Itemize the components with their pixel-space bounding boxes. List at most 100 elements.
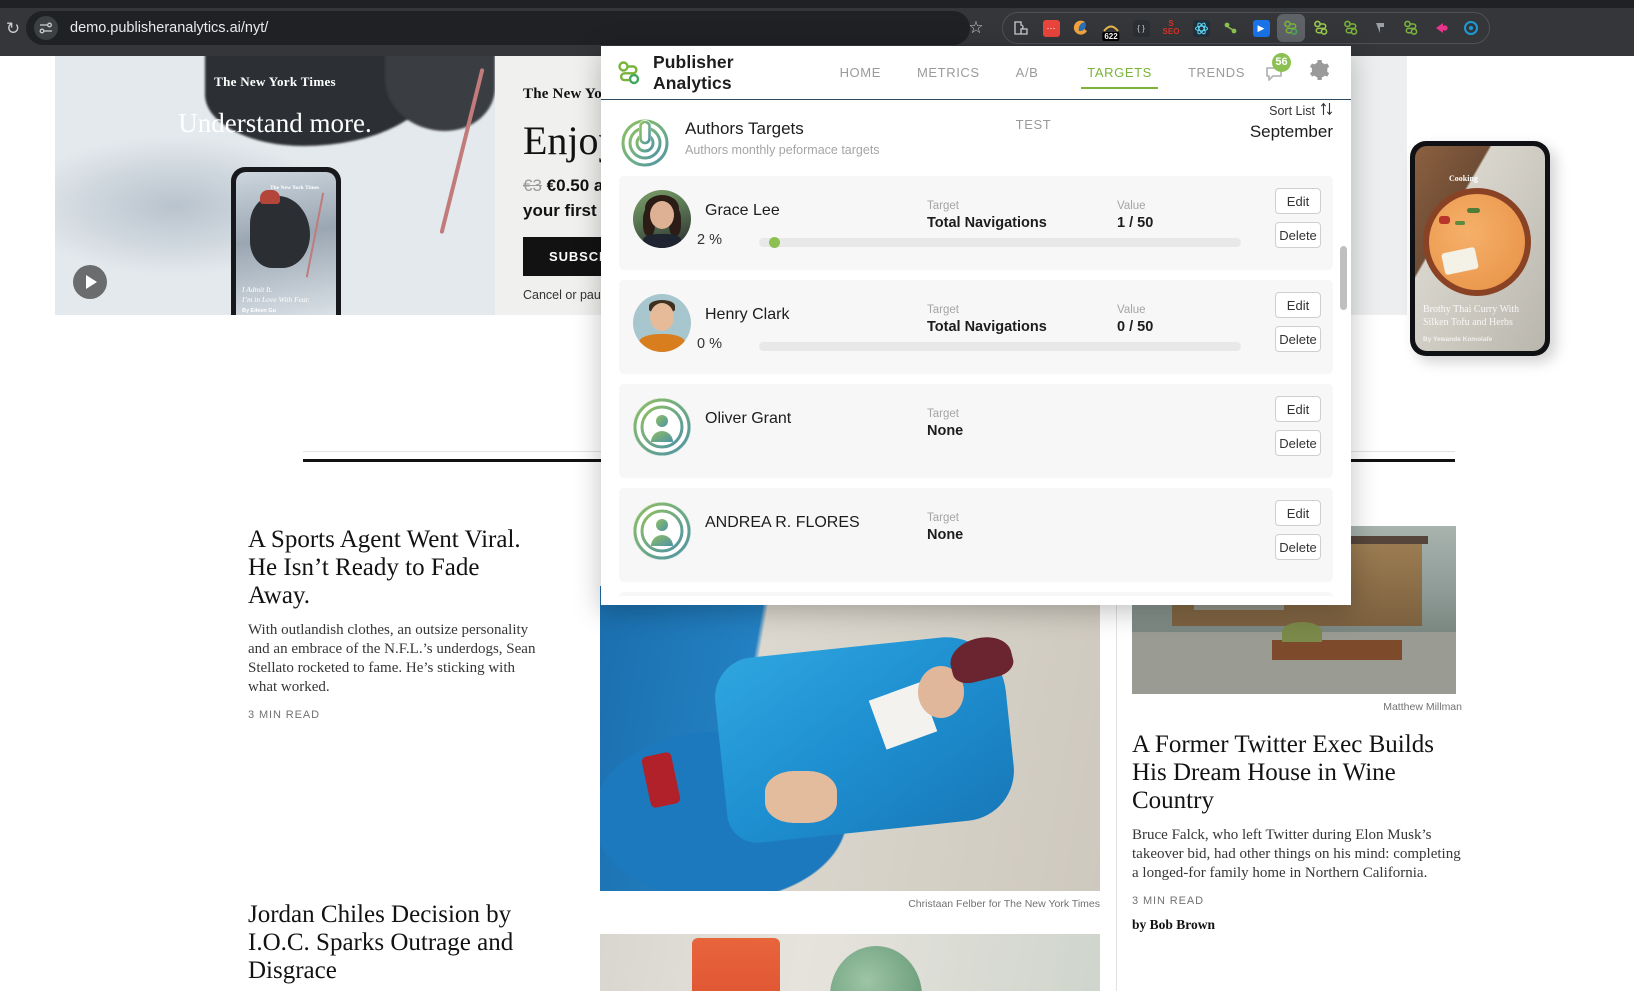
delete-button[interactable]: Delete — [1275, 326, 1321, 352]
ext-red-icon[interactable]: ⋯ — [1037, 14, 1065, 42]
article-right-summary: Bruce Falck, who left Twitter during Elo… — [1132, 826, 1462, 883]
site-info-icon[interactable] — [34, 16, 58, 40]
author-name: ANDREA R. FLORES — [705, 502, 895, 532]
right-plant — [1282, 622, 1322, 642]
middle-hands — [765, 771, 837, 823]
tab-home[interactable]: HOME — [822, 47, 899, 99]
section-description: Authors monthly peformace targets — [685, 143, 880, 157]
edit-button[interactable]: Edit — [1275, 396, 1321, 422]
url-text: demo.publisheranalytics.ai/nyt/ — [70, 11, 268, 45]
article-middle-photo2 — [600, 934, 1100, 991]
table-row[interactable]: Oliver Grant Target None Edit Delete — [619, 384, 1333, 478]
article-left2-headline: Jordan Chiles Decision by I.O.C. Sparks … — [248, 901, 538, 985]
article-left[interactable]: A Sports Agent Went Viral. He Isn’t Read… — [248, 526, 538, 985]
hero-snow-photo: The New York Times Understand more. The … — [55, 56, 495, 315]
article-left-summary: With outlandish clothes, an outsize pers… — [248, 621, 538, 697]
ext-publisher-analytics-3-icon[interactable] — [1337, 14, 1365, 42]
right-planter — [1272, 640, 1402, 660]
author-name: Henry Clark — [705, 294, 895, 324]
sort-list-label: Sort List — [1269, 104, 1315, 118]
hero-phone-helmet — [260, 190, 280, 204]
ext-moon-icon[interactable] — [1067, 14, 1095, 42]
delete-button[interactable]: Delete — [1275, 534, 1321, 560]
value-label: Value — [1117, 200, 1153, 212]
cooking-phone-mockup: Cooking Brothy Thai Curry With Silken To… — [1410, 141, 1550, 356]
scrollbar[interactable] — [1340, 168, 1347, 592]
edit-button[interactable]: Edit — [1275, 500, 1321, 526]
targets-list[interactable]: Grace Lee Target Total Navigations Value… — [619, 176, 1333, 596]
target-column: Target None — [927, 403, 963, 439]
promo-old-price: €3 — [523, 176, 542, 195]
article-right-photo-credit: Matthew Millman — [1132, 701, 1462, 713]
hero-phone-skier — [250, 196, 310, 268]
popup-header-actions: 56 — [1263, 58, 1337, 87]
cooking-byline: By Yewande Komolafe — [1423, 336, 1492, 343]
article-middle-photo — [600, 586, 1100, 891]
notification-bell-icon[interactable]: 56 — [1263, 60, 1289, 86]
publisher-analytics-popup: Publisher Analytics HOME METRICS A/B TES… — [601, 46, 1351, 605]
tab-metrics[interactable]: METRICS — [899, 47, 998, 99]
extensions-puzzle-icon[interactable] — [1007, 14, 1035, 42]
target-value: None — [927, 527, 963, 543]
ext-code-icon[interactable]: { } — [1127, 14, 1155, 42]
target-label: Target — [927, 408, 963, 420]
scrollbar-thumb[interactable] — [1340, 246, 1347, 310]
author-name: Grace Lee — [705, 190, 895, 220]
hero-phone-byline: By Eileen Gu — [242, 308, 276, 314]
target-column: Target Total Navigations — [927, 299, 1047, 335]
delete-button[interactable]: Delete — [1275, 430, 1321, 456]
table-row[interactable] — [619, 592, 1333, 596]
avatar — [633, 294, 691, 352]
hero-nyt-logo: The New York Times — [55, 74, 495, 90]
star-icon[interactable]: ☆ — [966, 18, 986, 38]
article-middle[interactable]: Christaan Felber for The New York Times — [600, 586, 1100, 991]
brand-title: Publisher Analytics — [653, 52, 792, 94]
table-row[interactable]: Grace Lee Target Total Navigations Value… — [619, 176, 1333, 270]
hero-phone-screen: The New York Times I Admit It. I’m in Lo… — [236, 172, 336, 315]
tab-trends[interactable]: TRENDS — [1170, 47, 1263, 99]
sort-list-control[interactable]: Sort List — [1269, 102, 1333, 119]
article-middle-photo-credit: Christaan Felber for The New York Times — [600, 898, 1100, 910]
middle-green-glass — [830, 946, 922, 991]
popup-header: Publisher Analytics HOME METRICS A/B TES… — [601, 46, 1351, 100]
section-title: Authors Targets — [685, 119, 880, 139]
tab-ab-test[interactable]: A/B TEST — [998, 47, 1070, 99]
ext-gray-arrow-icon[interactable] — [1367, 14, 1395, 42]
reload-icon[interactable]: ↻ — [2, 18, 24, 40]
edit-button[interactable]: Edit — [1275, 292, 1321, 318]
target-value: None — [927, 423, 963, 439]
play-button-icon[interactable] — [73, 265, 107, 299]
value-column: Value 0 / 50 — [1117, 299, 1153, 335]
table-row[interactable]: Henry Clark Target Total Navigations Val… — [619, 280, 1333, 374]
author-name: Oliver Grant — [705, 398, 895, 428]
row-actions: Edit Delete — [1275, 500, 1321, 560]
ext-pink-icon[interactable] — [1427, 14, 1455, 42]
gear-icon[interactable] — [1307, 58, 1331, 87]
table-row[interactable]: ANDREA R. FLORES Target None Edit Delete — [619, 488, 1333, 582]
delete-button[interactable]: Delete — [1275, 222, 1321, 248]
ext-publisher-analytics-2-icon[interactable] — [1307, 14, 1335, 42]
edit-button[interactable]: Edit — [1275, 188, 1321, 214]
cooking-phone-screen: Cooking Brothy Thai Curry With Silken To… — [1415, 146, 1545, 351]
article-right-byline: by Bob Brown — [1132, 917, 1462, 933]
ext-seo-icon[interactable]: SSEO — [1157, 14, 1185, 42]
hero-phone-caption-line1: I Admit It. — [242, 285, 332, 295]
article-right-headline: A Former Twitter Exec Builds His Dream H… — [1132, 731, 1462, 815]
progress-percent: 2 % — [697, 232, 722, 248]
ext-counter-icon[interactable]: 622 — [1097, 14, 1125, 42]
ext-react-icon[interactable] — [1187, 14, 1215, 42]
ext-teal-icon[interactable] — [1457, 14, 1485, 42]
progress-percent: 0 % — [697, 336, 722, 352]
value-label: Value — [1117, 304, 1153, 316]
article-left-headline: A Sports Agent Went Viral. He Isn’t Read… — [248, 526, 538, 610]
ext-publisher-analytics-4-icon[interactable] — [1397, 14, 1425, 42]
ext-publisher-analytics-active-icon[interactable] — [1277, 14, 1305, 42]
hero-phone-caption: I Admit It. I’m in Love With Fear. — [242, 285, 332, 305]
tab-targets[interactable]: TARGETS — [1069, 47, 1170, 99]
address-bar[interactable]: demo.publisheranalytics.ai/nyt/ — [26, 11, 970, 45]
progress-indicator — [769, 237, 780, 248]
target-label: Target — [927, 304, 1047, 316]
ext-blue-icon[interactable]: ▶ — [1247, 14, 1275, 42]
popup-nav: HOME METRICS A/B TEST TARGETS TRENDS — [822, 47, 1263, 99]
ext-link-icon[interactable] — [1217, 14, 1245, 42]
